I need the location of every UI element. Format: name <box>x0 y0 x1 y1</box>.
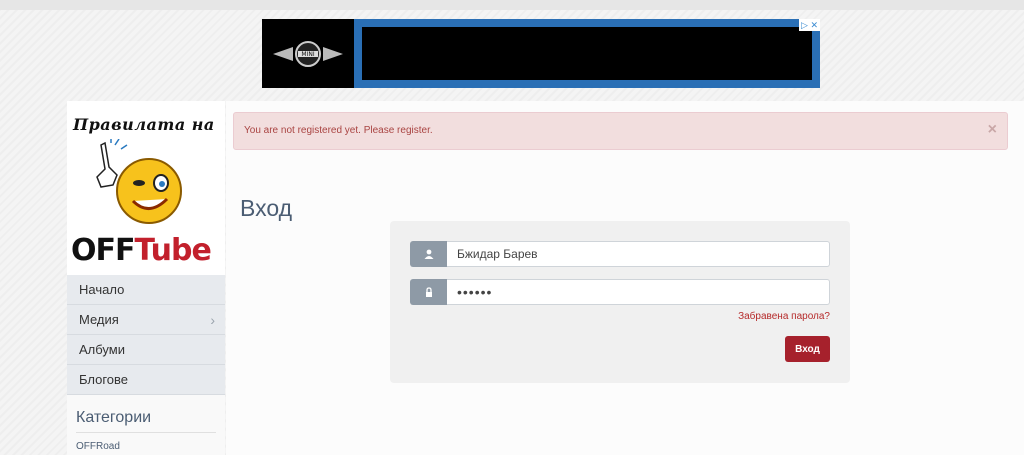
mini-wings-icon: MINI <box>273 40 343 67</box>
sidebar-item-label: Начало <box>79 282 125 297</box>
sidebar-item-label: Блогове <box>79 372 129 387</box>
page-title: Вход <box>240 195 293 222</box>
ad-screen <box>354 19 820 88</box>
sidebar-item-home[interactable]: Начало <box>67 275 225 305</box>
error-alert: You are not registered yet. Please regis… <box>233 112 1008 150</box>
sidebar: Правилата на OFFTube Начало Медия › Албум… <box>67 101 225 455</box>
close-icon[interactable]: × <box>988 121 997 139</box>
sidebar-item-label: Албуми <box>79 342 125 357</box>
sidebar-item-blogs[interactable]: Блогове <box>67 365 225 395</box>
user-icon <box>410 241 447 267</box>
top-strip <box>0 0 1024 10</box>
sidebar-item-albums[interactable]: Албуми <box>67 335 225 365</box>
svg-text:MINI: MINI <box>301 51 314 58</box>
categories-heading: Категории <box>76 409 152 426</box>
username-field <box>410 241 830 267</box>
forgot-password-link[interactable]: Забравена парола? <box>738 311 830 322</box>
logo-brand: OFFTube <box>71 233 212 268</box>
sidebar-item-label: Медия <box>79 312 119 327</box>
lock-icon <box>410 279 447 305</box>
alert-message: You are not registered yet. Please regis… <box>244 125 433 136</box>
username-input[interactable] <box>447 241 830 267</box>
divider <box>76 432 216 433</box>
password-input[interactable] <box>447 279 830 305</box>
sidebar-item-media[interactable]: Медия › <box>67 305 225 335</box>
sidebar-nav: Начало Медия › Албуми Блогове <box>67 275 225 395</box>
logo-tagline: Правилата на <box>73 115 215 134</box>
login-form: Забравена парола? Вход <box>390 221 850 383</box>
category-link[interactable]: OFFRoad <box>76 441 120 452</box>
chevron-right-icon: › <box>210 312 215 328</box>
mini-logo: MINI <box>262 19 354 88</box>
site-logo[interactable]: Правилата на OFFTube <box>67 101 225 275</box>
smiley-mascot-icon <box>96 139 182 224</box>
main-content: You are not registered yet. Please regis… <box>226 101 1024 455</box>
ad-choices-icon[interactable]: ▷ ✕ <box>799 19 820 31</box>
password-field <box>410 279 830 305</box>
advertisement-banner[interactable]: MINI ▷ ✕ <box>262 19 820 88</box>
login-button[interactable]: Вход <box>785 336 830 362</box>
